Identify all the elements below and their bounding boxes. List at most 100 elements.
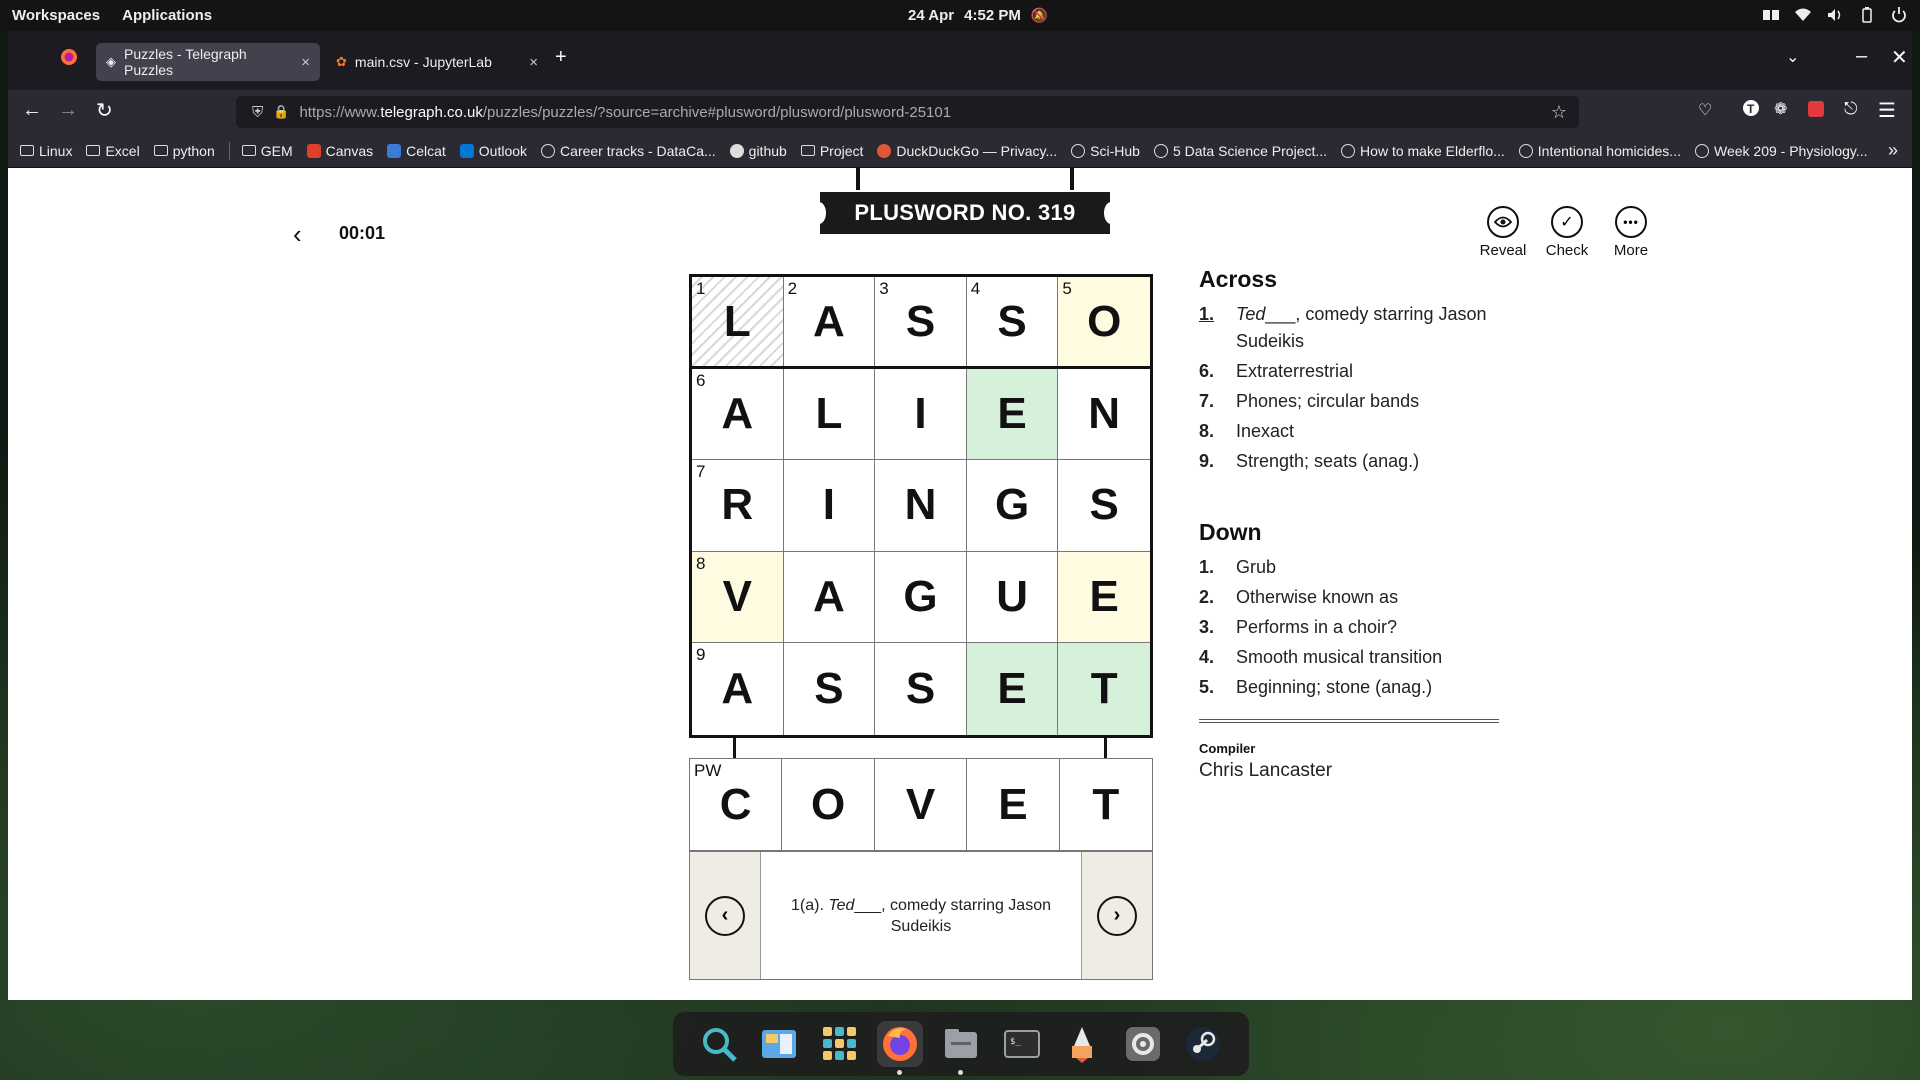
terminal-icon[interactable]: $_ — [999, 1021, 1045, 1067]
across-clue[interactable]: 9. Strength; seats (anag.) — [1199, 448, 1519, 475]
down-clue[interactable]: 1. Grub — [1199, 554, 1519, 581]
files-icon[interactable] — [938, 1021, 984, 1075]
extension-leaf-icon[interactable]: ❁ — [1774, 99, 1787, 119]
grid-cell[interactable]: E — [966, 368, 1059, 461]
extension-t-icon[interactable]: T — [1742, 99, 1760, 123]
search-icon[interactable] — [696, 1021, 742, 1067]
bookmark-item[interactable]: Intentional homicides... — [1518, 143, 1681, 159]
tab-telegraph-puzzles[interactable]: ◈ Puzzles - Telegraph Puzzles × — [96, 43, 320, 81]
grid-cell[interactable]: I — [875, 368, 967, 461]
previous-clue-button[interactable]: ‹ — [690, 852, 761, 979]
grid-cell[interactable]: 4S — [966, 277, 1059, 369]
grid-cell[interactable]: 2A — [783, 277, 876, 369]
workspaces-icon[interactable] — [756, 1021, 802, 1067]
bookmark-item[interactable]: GEM — [241, 143, 293, 159]
bookmark-item[interactable]: Linux — [20, 143, 72, 159]
firefox-icon[interactable] — [877, 1021, 924, 1075]
settings-icon[interactable] — [1120, 1021, 1166, 1067]
across-clue[interactable]: 1. Ted___, comedy starring Jason Sudeikis — [1199, 301, 1519, 355]
grid-cell[interactable]: 8V — [692, 551, 784, 644]
pocket-icon[interactable]: ♡ — [1698, 100, 1712, 120]
applications-button[interactable]: Applications — [122, 7, 212, 24]
bookmark-item[interactable]: Outlook — [459, 143, 527, 159]
minimize-window-icon[interactable]: – — [1856, 45, 1867, 68]
more-button[interactable]: ••• More — [1608, 206, 1654, 259]
check-button[interactable]: ✓ Check — [1544, 206, 1590, 259]
bookmark-item[interactable]: python — [153, 143, 215, 159]
grid-cell[interactable]: S — [875, 643, 967, 735]
grid-cell[interactable]: S — [783, 643, 876, 735]
down-clue[interactable]: 5. Beginning; stone (anag.) — [1199, 674, 1519, 701]
bookmark-item[interactable]: Canvas — [306, 143, 373, 159]
launcher-icon[interactable] — [1059, 1021, 1105, 1067]
down-clue[interactable]: 2. Otherwise known as — [1199, 584, 1519, 611]
bookmark-item[interactable]: Week 209 - Physiology... — [1694, 143, 1868, 159]
lock-icon[interactable]: 🔒 — [273, 104, 289, 120]
bookmark-item[interactable]: Celcat — [387, 143, 446, 159]
firefox-view-icon[interactable] — [60, 48, 78, 72]
grid-cell[interactable]: N — [875, 460, 967, 552]
forward-icon[interactable]: → — [58, 99, 78, 122]
power-icon[interactable] — [1890, 6, 1908, 24]
plusword-cell[interactable]: V — [874, 759, 968, 850]
reload-icon[interactable]: ↻ — [96, 98, 113, 123]
grid-cell[interactable]: 5O — [1058, 277, 1150, 369]
list-all-tabs-icon[interactable]: ⌄ — [1786, 47, 1799, 67]
back-icon[interactable]: ← — [22, 99, 42, 122]
grid-cell[interactable]: S — [1058, 460, 1150, 552]
close-tab-icon[interactable]: × — [529, 54, 538, 71]
grid-cell[interactable]: A — [783, 551, 876, 644]
bookmarks-overflow-icon[interactable]: » — [1888, 140, 1898, 161]
address-bar[interactable]: ⛨ 🔒 https://www.telegraph.co.uk/puzzles/… — [236, 96, 1579, 128]
grid-cell[interactable]: 9A — [692, 643, 784, 735]
battery-icon[interactable] — [1858, 6, 1876, 24]
bookmark-item[interactable]: How to make Elderflo... — [1341, 143, 1505, 159]
tab-jupyterlab[interactable]: ✿ main.csv - JupyterLab × — [326, 43, 548, 81]
menu-icon[interactable]: ☰ — [1878, 98, 1896, 123]
extension-red-icon[interactable] — [1808, 101, 1824, 117]
grid-cell[interactable]: E — [966, 643, 1059, 735]
grid-cell[interactable]: 1L — [692, 277, 784, 369]
clock[interactable]: 24 Apr 4:52 PM 🔕 — [908, 7, 1048, 24]
wifi-icon[interactable] — [1794, 6, 1812, 24]
workspaces-button[interactable]: Workspaces — [12, 7, 100, 24]
grid-cell[interactable]: E — [1058, 551, 1150, 644]
grid-cell[interactable]: U — [966, 551, 1059, 644]
app-grid-icon[interactable] — [817, 1021, 863, 1067]
grid-cell[interactable]: 3S — [875, 277, 967, 369]
plusword-cell[interactable]: E — [967, 759, 1060, 850]
down-clue[interactable]: 4. Smooth musical transition — [1199, 644, 1519, 671]
grid-cell[interactable]: G — [875, 551, 967, 644]
bookmark-item[interactable]: 5 Data Science Project... — [1153, 143, 1327, 159]
new-tab-button[interactable]: + — [555, 46, 567, 69]
across-clue[interactable]: 8. Inexact — [1199, 418, 1519, 445]
grid-cell[interactable]: N — [1058, 368, 1150, 461]
grid-cell[interactable]: T — [1058, 643, 1150, 735]
window-tiling-icon[interactable] — [1762, 6, 1780, 24]
bookmark-item[interactable]: github — [729, 143, 787, 159]
across-clue[interactable]: 6. Extraterrestrial — [1199, 358, 1519, 385]
down-clue[interactable]: 3. Performs in a choir? — [1199, 614, 1519, 641]
volume-icon[interactable] — [1826, 6, 1844, 24]
reveal-button[interactable]: Reveal — [1480, 206, 1526, 259]
grid-cell[interactable]: I — [783, 460, 876, 552]
bookmark-item[interactable]: Project — [800, 143, 863, 159]
plusword-cell[interactable]: T — [1059, 759, 1152, 850]
across-clue[interactable]: 7. Phones; circular bands — [1199, 388, 1519, 415]
steam-icon[interactable] — [1180, 1021, 1226, 1067]
bookmark-item[interactable]: Career tracks - DataCa... — [541, 143, 716, 159]
plusword-cell[interactable]: O — [782, 759, 875, 850]
extensions-puzzle-icon[interactable]: ⎋ — [1844, 99, 1857, 119]
tracking-protection-icon[interactable]: ⛨ — [252, 104, 263, 121]
bookmark-item[interactable]: DuckDuckGo — Privacy... — [877, 143, 1057, 159]
close-window-icon[interactable]: ✕ — [1891, 45, 1908, 70]
back-chevron-icon[interactable]: ‹ — [293, 219, 302, 250]
grid-cell[interactable]: 7R — [692, 460, 784, 552]
plusword-cell[interactable]: PW C — [690, 759, 783, 850]
close-tab-icon[interactable]: × — [301, 54, 310, 71]
grid-cell[interactable]: G — [966, 460, 1059, 552]
bookmark-item[interactable]: Excel — [86, 143, 140, 159]
bookmark-item[interactable]: Sci-Hub — [1071, 143, 1140, 159]
grid-cell[interactable]: L — [783, 368, 876, 461]
grid-cell[interactable]: 6A — [692, 368, 784, 461]
